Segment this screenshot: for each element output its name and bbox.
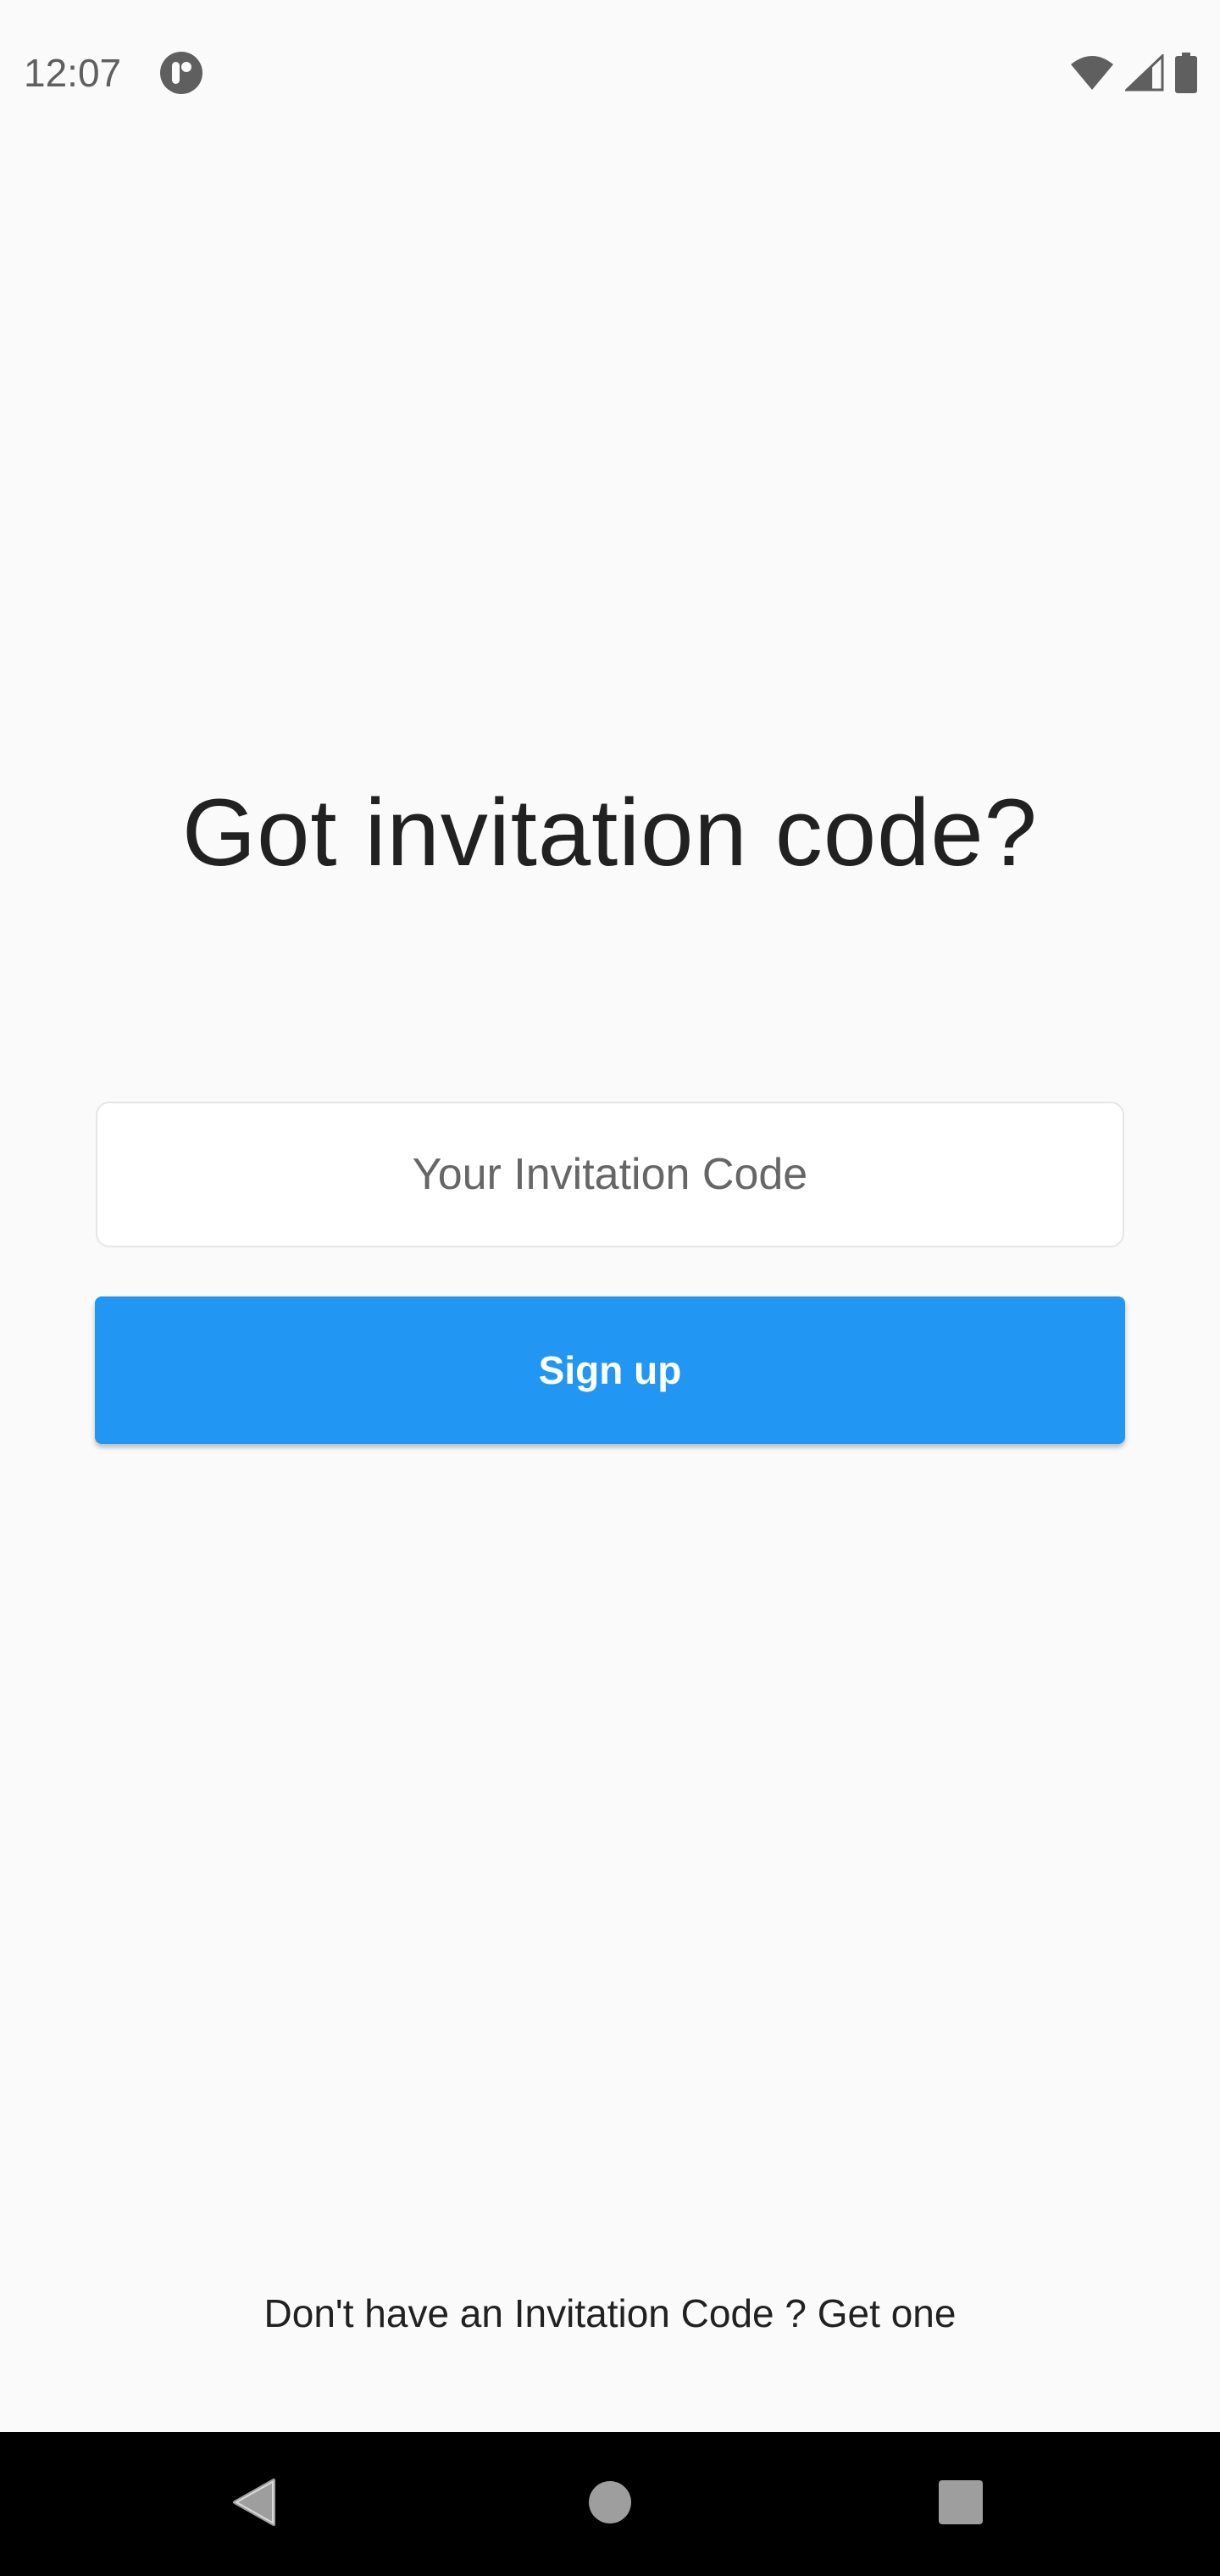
footer-prefix-text: Don't have an Invitation Code ? [263, 2291, 818, 2335]
get-one-link[interactable]: Get one [818, 2291, 957, 2335]
system-nav-bar [0, 2432, 1220, 2576]
page-title: Got invitation code? [182, 780, 1038, 886]
signup-button[interactable]: Sign up [95, 1296, 1125, 1444]
wifi-icon [1069, 54, 1115, 92]
home-circle-icon [587, 2479, 633, 2529]
battery-icon [1174, 53, 1198, 93]
status-bar: 12:07 [0, 0, 1220, 144]
nav-home-button[interactable] [525, 2432, 695, 2576]
cell-signal-icon [1125, 54, 1164, 92]
invitation-code-screen: 12:07 Got invitation code? Your Invitati… [0, 0, 1220, 2576]
get-invitation-prompt: Don't have an Invitation Code ? Get one [0, 2288, 1220, 2339]
invitation-code-input[interactable] [96, 1102, 1124, 1247]
nav-back-button[interactable] [169, 2432, 339, 2576]
recents-square-icon [938, 2479, 984, 2529]
back-triangle-icon [231, 2477, 277, 2532]
status-icons [1069, 51, 1198, 95]
nav-recents-button[interactable] [876, 2432, 1045, 2576]
app-notification-icon [159, 51, 203, 95]
status-time: 12:07 [24, 51, 122, 95]
